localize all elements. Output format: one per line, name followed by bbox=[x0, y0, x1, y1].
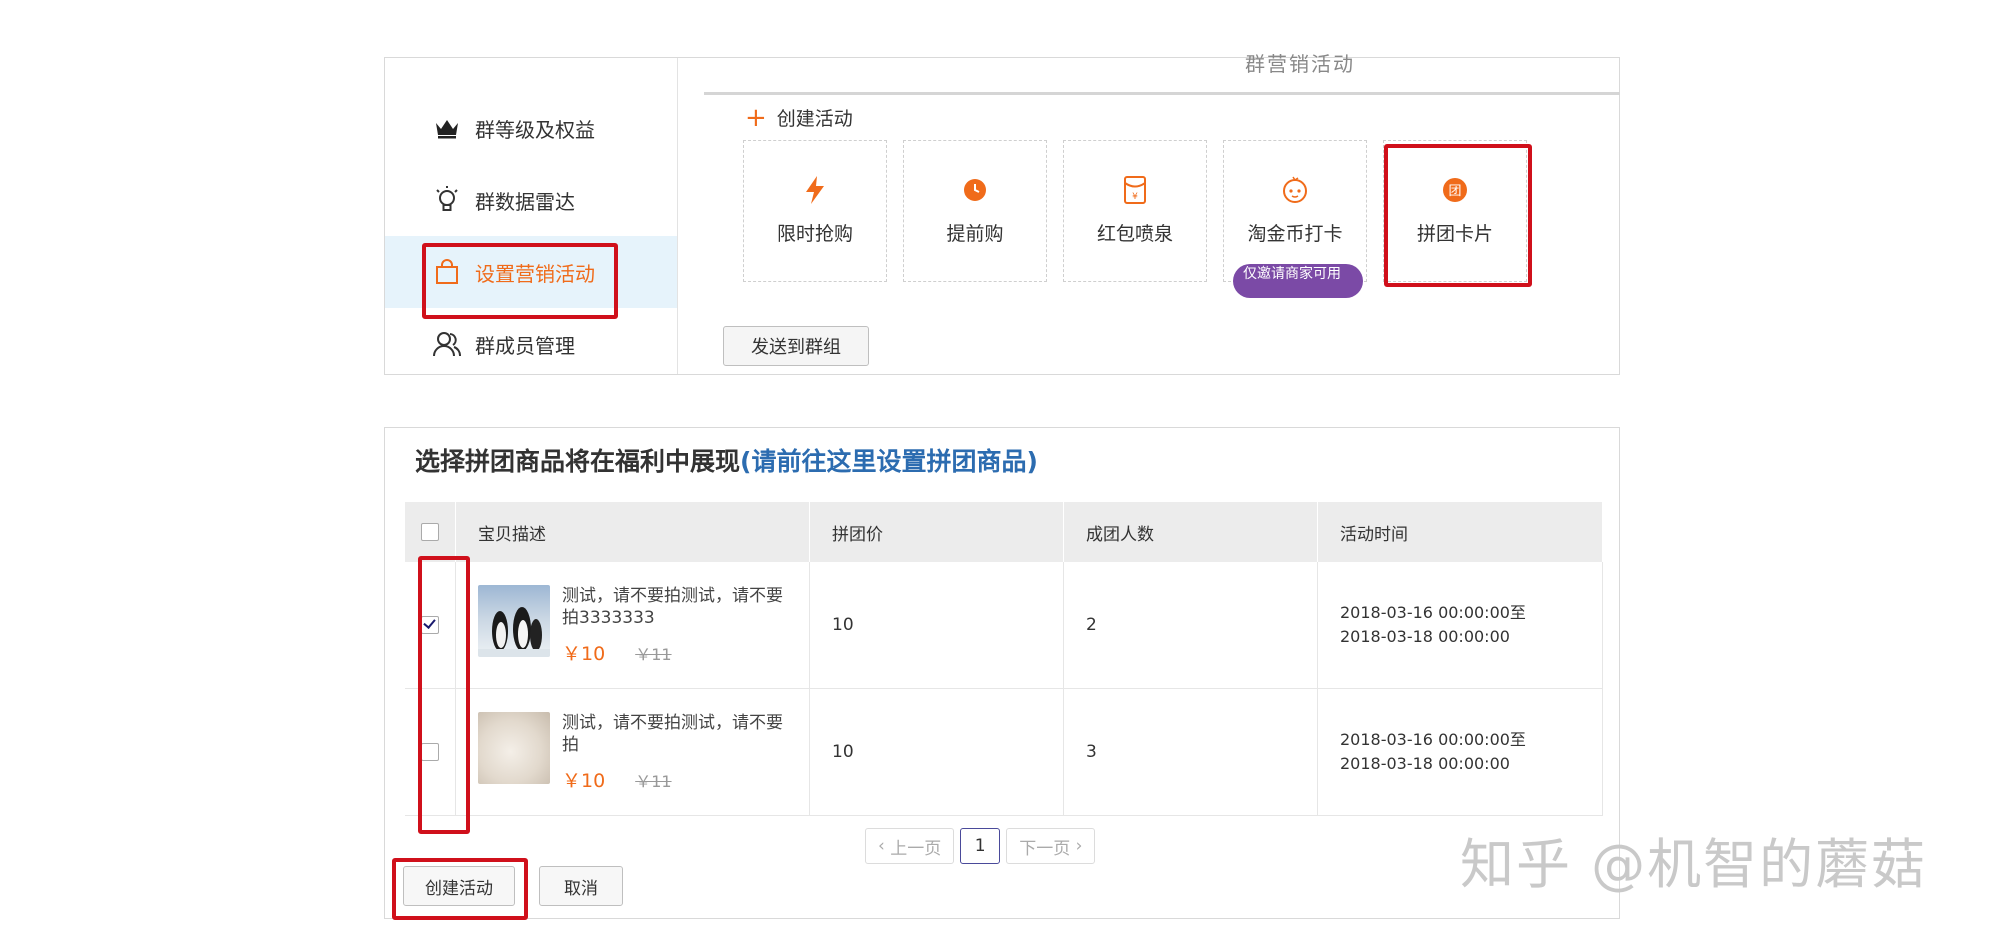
plus-icon: + bbox=[745, 102, 767, 133]
pagination: ‹ 上一页 1 下一页 › bbox=[865, 828, 1096, 864]
cancel-button[interactable]: 取消 bbox=[539, 866, 623, 906]
red-envelope-icon: ¥ bbox=[1120, 175, 1150, 205]
goods-table: 宝贝描述 拼团价 成团人数 活动时间 测试，请不要拍测试，请不要拍3333333 bbox=[405, 502, 1603, 816]
lightning-icon bbox=[800, 175, 830, 205]
goods-thumbnail bbox=[478, 711, 550, 784]
activity-card-coin-checkin[interactable]: 淘金币打卡 bbox=[1223, 140, 1367, 282]
chevron-left-icon: ‹ bbox=[878, 836, 891, 856]
row-checkbox[interactable] bbox=[421, 743, 439, 761]
header-activity-time: 活动时间 bbox=[1317, 502, 1603, 562]
setup-goods-link[interactable]: (请前往这里设置拼团商品) bbox=[740, 447, 1038, 476]
create-activity-button[interactable]: 创建活动 bbox=[403, 866, 515, 906]
group-price-cell: 10 bbox=[809, 688, 1064, 816]
bulb-icon bbox=[433, 186, 461, 214]
goods-cell: 测试，请不要拍测试，请不要拍 ￥10 ￥11 bbox=[455, 688, 810, 816]
activity-card-red-envelope[interactable]: ¥ 红包喷泉 bbox=[1063, 140, 1207, 282]
group-size-cell: 3 bbox=[1063, 688, 1318, 816]
sidebar-item-label: 群等级及权益 bbox=[475, 117, 595, 142]
sidebar: 群等级及权益 群数据雷达 设置营销活动 群成员管理 bbox=[385, 58, 678, 374]
prev-page-label: 上一页 bbox=[890, 838, 942, 859]
activity-card-label: 拼团卡片 bbox=[1416, 223, 1493, 245]
row-select-cell bbox=[405, 562, 456, 689]
sidebar-item-data-radar[interactable]: 群数据雷达 bbox=[385, 164, 677, 236]
select-all-cell bbox=[405, 502, 456, 562]
sidebar-item-group-level[interactable]: 群等级及权益 bbox=[385, 92, 677, 164]
next-page-label: 下一页 bbox=[1019, 838, 1071, 859]
svg-text:团: 团 bbox=[1448, 184, 1461, 199]
sale-price: ￥10 bbox=[562, 769, 606, 792]
select-all-checkbox[interactable] bbox=[421, 523, 439, 541]
sidebar-item-members[interactable]: 群成员管理 bbox=[385, 308, 677, 380]
goods-title[interactable]: 测试，请不要拍测试，请不要拍 bbox=[562, 712, 792, 756]
sidebar-item-label: 群数据雷达 bbox=[475, 189, 575, 214]
table-row: 测试，请不要拍测试，请不要拍3333333 ￥10 ￥11 10 2 2018-0… bbox=[405, 562, 1603, 689]
header-group-size: 成团人数 bbox=[1063, 502, 1318, 562]
goods-thumbnail bbox=[478, 584, 550, 657]
activity-time-text: 2018-03-16 00:00:00至2018-03-18 00:00:00 bbox=[1340, 730, 1526, 773]
activity-card-label: 提前购 bbox=[946, 223, 1004, 245]
activity-time-cell: 2018-03-16 00:00:00至2018-03-18 00:00:00 bbox=[1317, 562, 1603, 689]
table-row: 测试，请不要拍测试，请不要拍 ￥10 ￥11 10 3 2018-03-16 00… bbox=[405, 688, 1603, 816]
divider bbox=[704, 92, 1620, 95]
members-icon bbox=[433, 330, 461, 358]
crown-icon bbox=[433, 114, 461, 142]
goods-price: ￥10 ￥11 bbox=[562, 639, 792, 666]
activity-time-text: 2018-03-16 00:00:00至2018-03-18 00:00:00 bbox=[1340, 603, 1526, 646]
activity-card-label: 限时抢购 bbox=[776, 223, 853, 245]
group-price-cell: 10 bbox=[809, 562, 1064, 689]
original-price: ￥11 bbox=[635, 644, 672, 664]
row-select-cell bbox=[405, 688, 456, 816]
activity-card-flash-sale[interactable]: 限时抢购 bbox=[743, 140, 887, 282]
next-page-button[interactable]: 下一页 › bbox=[1006, 828, 1096, 864]
group-buy-goods-panel: 选择拼团商品将在福利中展现(请前往这里设置拼团商品) 宝贝描述 拼团价 成团人数… bbox=[384, 427, 1620, 919]
sidebar-item-label: 群成员管理 bbox=[475, 333, 575, 358]
sidebar-item-label: 设置营销活动 bbox=[475, 261, 595, 286]
coin-face-icon bbox=[1280, 175, 1310, 205]
svg-text:¥: ¥ bbox=[1132, 192, 1138, 202]
watermark: 知乎 @机智的蘑菇 bbox=[1460, 833, 1928, 896]
send-to-group-button[interactable]: 发送到群组 bbox=[723, 326, 869, 366]
activity-card-label: 淘金币打卡 bbox=[1247, 223, 1343, 245]
panel-title: 选择拼团商品将在福利中展现(请前往这里设置拼团商品) bbox=[415, 442, 1038, 478]
marketing-settings-panel: 群营销活动 群等级及权益 群数据雷达 设置营销活动 群成员管理 + 创建活动 限… bbox=[384, 52, 1620, 375]
group-buy-icon: 团 bbox=[1440, 175, 1470, 205]
goods-price: ￥10 ￥11 bbox=[562, 766, 792, 793]
header-goods: 宝贝描述 bbox=[455, 502, 810, 562]
activity-card-label: 红包喷泉 bbox=[1096, 223, 1173, 245]
panel-title-text: 选择拼团商品将在福利中展现 bbox=[415, 447, 741, 476]
table-header-row: 宝贝描述 拼团价 成团人数 活动时间 bbox=[405, 502, 1603, 562]
clock-icon bbox=[960, 175, 990, 205]
sidebar-item-marketing[interactable]: 设置营销活动 bbox=[385, 236, 677, 308]
invite-only-badge: 仅邀请商家可用 bbox=[1233, 264, 1363, 298]
sale-price: ￥10 bbox=[562, 642, 606, 665]
row-checkbox[interactable] bbox=[421, 616, 439, 634]
activity-time-cell: 2018-03-16 00:00:00至2018-03-18 00:00:00 bbox=[1317, 688, 1603, 816]
chevron-right-icon: › bbox=[1070, 836, 1083, 856]
goods-cell: 测试，请不要拍测试，请不要拍3333333 ￥10 ￥11 bbox=[455, 562, 810, 689]
goods-title[interactable]: 测试，请不要拍测试，请不要拍3333333 bbox=[562, 585, 792, 629]
create-activity-link[interactable]: + 创建活动 bbox=[745, 104, 853, 131]
activity-card-group-buy[interactable]: 团 拼团卡片 bbox=[1383, 140, 1527, 282]
group-size-cell: 2 bbox=[1063, 562, 1318, 689]
create-activity-label: 创建活动 bbox=[776, 108, 853, 130]
original-price: ￥11 bbox=[635, 771, 672, 791]
prev-page-button[interactable]: ‹ 上一页 bbox=[865, 828, 955, 864]
cutoff-heading: 群营销活动 bbox=[1245, 52, 1355, 76]
current-page-button[interactable]: 1 bbox=[960, 828, 1001, 864]
activity-card-pre-buy[interactable]: 提前购 bbox=[903, 140, 1047, 282]
header-group-price: 拼团价 bbox=[809, 502, 1064, 562]
bag-icon bbox=[433, 258, 461, 286]
